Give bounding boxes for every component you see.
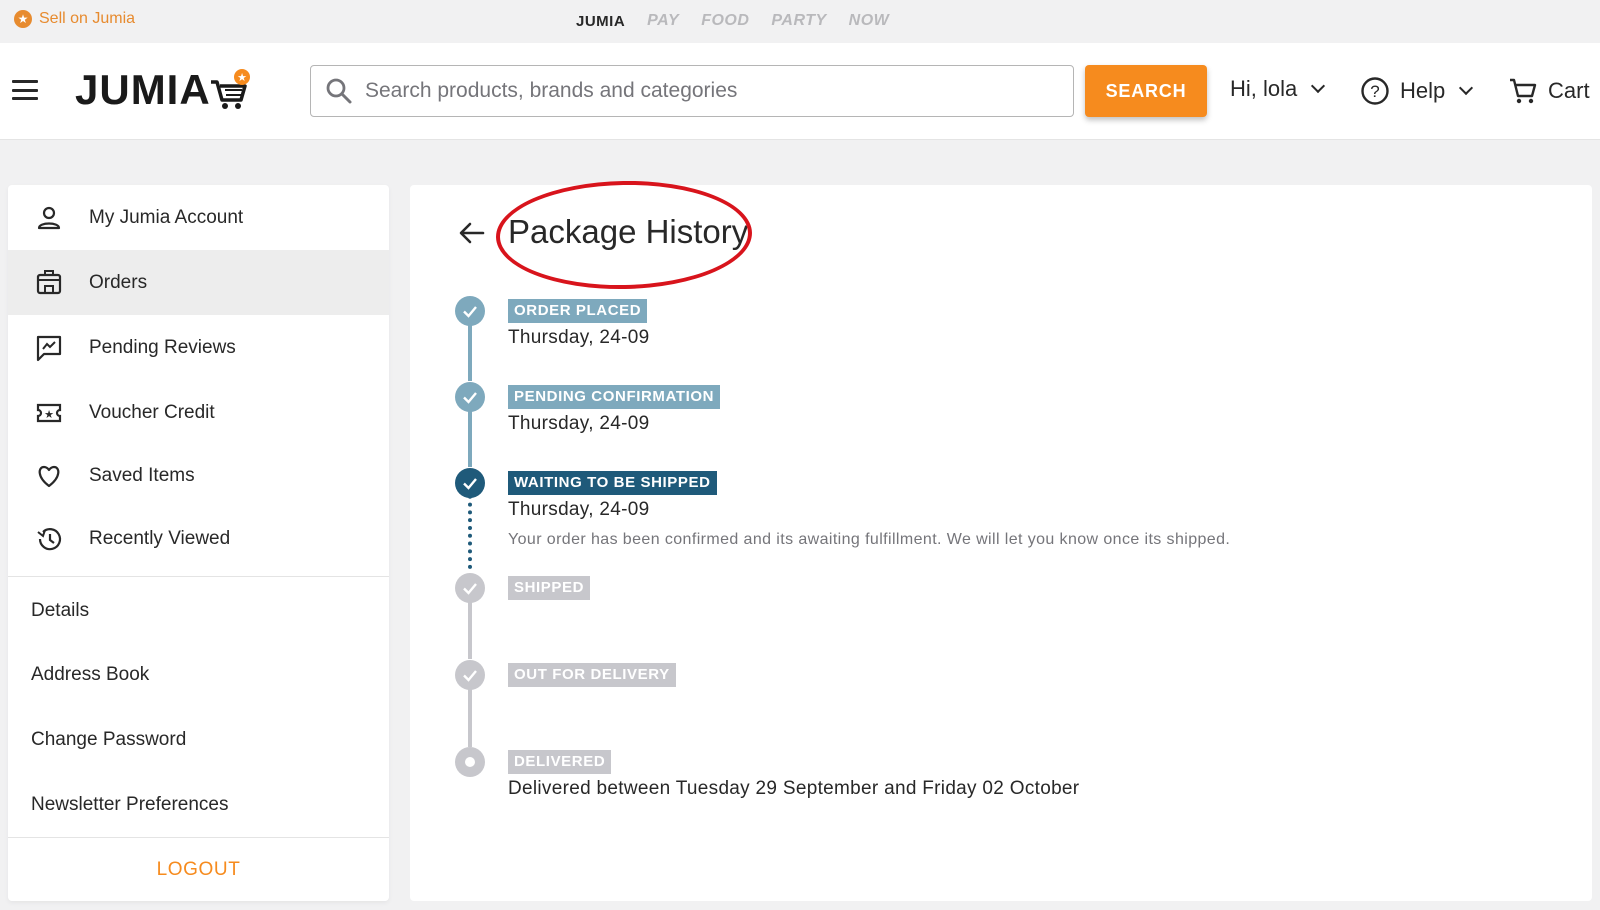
step-note: Your order has been confirmed and its aw… [508,531,1231,548]
status-badge: PENDING CONFIRMATION [508,385,721,409]
timeline-connector [468,487,472,569]
svg-text:★: ★ [44,408,54,421]
chevron-down-icon [1311,78,1326,94]
pending-dot-icon [455,747,485,777]
help-icon: ? [1361,77,1389,105]
sidebar-item-label: Saved Items [89,464,195,486]
account-sidebar: My Jumia Account Orders Pending Reviews … [8,185,389,901]
hamburger-menu-icon[interactable] [12,80,38,100]
brand-pay-link[interactable]: PAY [647,12,679,30]
logout-button[interactable]: LOGOUT [8,838,389,902]
help-label: Help [1400,78,1446,103]
help-menu[interactable]: ? Help [1360,76,1474,106]
brand-jumia-link[interactable]: JUMIA [576,13,625,30]
svg-text:?: ? [1370,82,1379,101]
account-label: Hi, lola [1230,76,1298,101]
header: JUMIA ★ SEARCH Hi, lola ? Help [0,43,1600,140]
search-box [310,65,1074,117]
brand-links: JUMIA PAY FOOD PARTY NOW [576,12,889,30]
heart-icon [34,461,64,491]
review-icon [34,333,64,363]
sidebar-link-newsletter-preferences[interactable]: Newsletter Preferences [8,772,389,837]
cart-link[interactable]: Cart [1508,76,1590,106]
sidebar-item-label: My Jumia Account [89,206,244,228]
package-history-panel: Package History ORDER PLACED Thursday, 2… [410,178,1592,901]
status-badge: WAITING TO BE SHIPPED [508,471,717,495]
status-badge: SHIPPED [508,576,591,600]
status-badge: DELIVERED [508,750,612,774]
star-icon: ★ [14,10,32,28]
cart-label: Cart [1548,78,1590,103]
sidebar-item-voucher-credit[interactable]: ★ Voucher Credit [8,380,389,445]
check-icon [455,296,485,326]
search-icon [326,78,352,104]
brand-party-link[interactable]: PARTY [771,12,826,30]
search-button[interactable]: SEARCH [1085,65,1207,117]
sidebar-link-address-book[interactable]: Address Book [8,642,389,707]
search-input[interactable] [365,79,1015,103]
orders-icon [34,268,64,298]
chevron-down-icon [1459,80,1474,96]
back-arrow-icon[interactable] [457,218,487,248]
sidebar-item-label: Voucher Credit [89,401,215,423]
account-menu[interactable]: Hi, lola [1230,76,1326,102]
brand-now-link[interactable]: NOW [849,12,890,30]
sidebar-item-recently-viewed[interactable]: Recently Viewed [8,506,389,571]
brand-food-link[interactable]: FOOD [701,12,749,30]
status-badge: OUT FOR DELIVERY [508,663,676,687]
check-icon [455,382,485,412]
history-icon [34,524,64,554]
step-date: Thursday, 24-09 [508,327,650,348]
top-strip: ★ Sell on Jumia JUMIA PAY FOOD PARTY NOW [0,0,1600,43]
step-date: Thursday, 24-09 [508,413,650,434]
sidebar-item-label: Recently Viewed [89,527,231,549]
sidebar-item-label: Orders [89,271,148,293]
sidebar-item-label: Pending Reviews [89,336,236,358]
sidebar-item-my-account[interactable]: My Jumia Account [8,185,389,250]
status-badge: ORDER PLACED [508,299,648,323]
cart-icon [1510,78,1537,104]
sell-on-jumia-link[interactable]: ★ Sell on Jumia [14,10,135,28]
svg-text:★: ★ [237,71,247,84]
voucher-icon: ★ [34,398,64,428]
sidebar-item-orders[interactable]: Orders [8,250,389,315]
logo-cart-icon: ★ [210,69,250,109]
sidebar-divider [8,576,389,577]
step-date: Thursday, 24-09 [508,499,650,520]
sidebar-item-pending-reviews[interactable]: Pending Reviews [8,315,389,380]
sidebar-item-saved-items[interactable]: Saved Items [8,443,389,508]
check-icon [455,573,485,603]
sell-label: Sell on Jumia [39,10,136,27]
jumia-logo[interactable]: JUMIA ★ [75,65,253,115]
delivery-estimate: Delivered between Tuesday 29 September a… [508,778,1080,799]
sidebar-link-change-password[interactable]: Change Password [8,707,389,772]
sidebar-link-details[interactable]: Details [8,578,389,643]
user-icon [34,203,64,233]
page-title: Package History [508,213,749,250]
check-icon [455,468,485,498]
logo-text: JUMIA [75,66,211,113]
check-icon [455,660,485,690]
